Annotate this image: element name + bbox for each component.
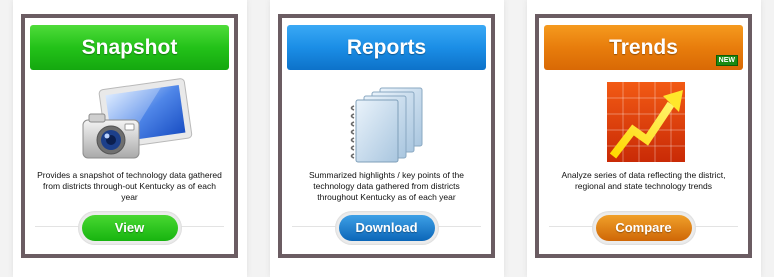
camera-icon (82, 78, 193, 159)
new-badge: NEW (715, 55, 738, 66)
notebooks-icon (350, 87, 423, 163)
view-button-wrap: View (77, 211, 182, 245)
trends-card: Trends NEW Analyze series of data reflec… (527, 0, 761, 277)
reports-description: Summarized highlights / key points of th… (309, 170, 464, 202)
snapshot-frame: Snapshot Provides a snapshot of technolo… (21, 14, 238, 258)
reports-header: Reports (287, 25, 486, 70)
trends-description: Analyze series of data reflecting the di… (561, 170, 726, 191)
snapshot-description: Provides a snapshot of technology data g… (37, 170, 222, 202)
snapshot-header: Snapshot (30, 25, 229, 70)
reports-title: Reports (346, 36, 427, 59)
compare-button-wrap: Compare (591, 211, 696, 245)
download-button-wrap: Download (334, 211, 439, 245)
trends-frame: Trends NEW Analyze series of data reflec… (535, 14, 752, 258)
trend-chart-icon (607, 82, 685, 162)
snapshot-card: Snapshot Provides a snapshot of technolo… (13, 0, 247, 277)
snapshot-title: Snapshot (81, 36, 178, 59)
compare-button[interactable]: Compare (595, 215, 692, 241)
reports-frame: Reports Summarized highlights / key poin… (278, 14, 495, 258)
reports-card: Reports Summarized highlights / key poin… (270, 0, 504, 277)
trends-title: Trends (609, 36, 678, 59)
download-button[interactable]: Download (338, 215, 435, 241)
trends-header: Trends NEW (544, 25, 743, 70)
tiles-panel: Snapshot Provides a snapshot of technolo… (0, 0, 774, 277)
view-button[interactable]: View (81, 215, 178, 241)
